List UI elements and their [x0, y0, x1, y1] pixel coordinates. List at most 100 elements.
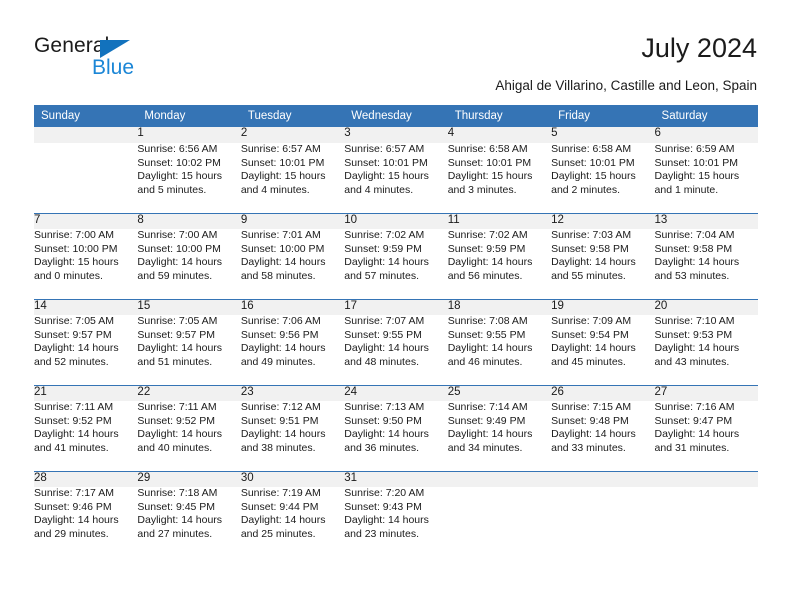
page-title: July 2024 [641, 33, 757, 63]
day-cell[interactable]: Sunrise: 6:56 AM Sunset: 10:02 PM Daylight… [137, 143, 240, 213]
day-cell[interactable]: Sunrise: 7:12 AM Sunset: 9:51 PM Daylight:… [241, 401, 344, 471]
sunset-text: Sunset: 9:51 PM [240, 414, 319, 427]
daylight-text-line2: and 3 minutes. [447, 183, 517, 196]
day-number[interactable]: 22 [137, 384, 241, 401]
day-cell[interactable]: Sunrise: 7:07 AM Sunset: 9:55 PM Daylight:… [344, 315, 447, 385]
day-cell[interactable]: Sunrise: 7:19 AM Sunset: 9:44 PM Daylight:… [241, 487, 344, 557]
weekday-header-wednesday: Wednesday [344, 105, 448, 127]
day-number[interactable]: 17 [344, 298, 448, 315]
day-number[interactable]: 24 [344, 384, 448, 401]
day-cell[interactable]: Sunrise: 7:11 AM Sunset: 9:52 PM Daylight:… [137, 401, 240, 471]
sunset-text: Sunset: 10:01 PM [447, 156, 532, 169]
day-cell[interactable]: Sunrise: 7:20 AM Sunset: 9:43 PM Daylight:… [344, 487, 447, 557]
day-cell[interactable]: Sunrise: 6:58 AM Sunset: 10:01 PM Daylight… [448, 143, 551, 213]
sunset-text: Sunset: 10:00 PM [34, 242, 118, 255]
sunset-text: Sunset: 9:43 PM [344, 500, 422, 513]
day-number[interactable]: 30 [240, 470, 345, 487]
daylight-text-line2: and 57 minutes. [344, 269, 419, 282]
daylight-text-line2: and 31 minutes. [654, 441, 730, 454]
day-cell[interactable]: Sunrise: 7:02 AM Sunset: 9:59 PM Daylight:… [448, 229, 551, 299]
sunset-text: Sunset: 9:54 PM [551, 328, 629, 341]
day-number[interactable]: 9 [240, 212, 345, 229]
sunset-text: Sunset: 9:56 PM [240, 328, 319, 341]
day-number[interactable]: 29 [137, 470, 241, 487]
day-number[interactable]: 28 [34, 470, 138, 487]
day-number[interactable]: 6 [654, 127, 758, 143]
day-number[interactable]: 20 [654, 298, 758, 315]
day-cell[interactable]: Sunrise: 6:57 AM Sunset: 10:01 PM Daylight… [344, 143, 447, 213]
day-number[interactable]: 27 [654, 384, 758, 401]
daylight-text-line1: Daylight: 14 hours [344, 428, 429, 441]
day-number[interactable]: 25 [447, 384, 552, 401]
day-cell[interactable]: Sunrise: 7:02 AM Sunset: 9:59 PM Daylight:… [344, 229, 447, 299]
day-cell[interactable]: Sunrise: 7:09 AM Sunset: 9:54 PM Daylight:… [551, 315, 654, 385]
day-cell[interactable]: Sunrise: 7:15 AM Sunset: 9:48 PM Daylight:… [551, 401, 654, 471]
day-number[interactable]: 3 [344, 127, 448, 143]
week-detail-row: Sunrise: 7:17 AM Sunset: 9:46 PM Daylight:… [34, 487, 758, 557]
day-number-empty [551, 470, 655, 487]
day-cell[interactable]: Sunrise: 6:57 AM Sunset: 10:01 PM Daylight… [241, 143, 344, 213]
day-cell[interactable]: Sunrise: 7:03 AM Sunset: 9:58 PM Daylight:… [551, 229, 654, 299]
daylight-text-line1: Daylight: 14 hours [344, 342, 429, 355]
day-number[interactable]: 15 [137, 298, 241, 315]
day-number[interactable]: 13 [654, 212, 758, 229]
daylight-text-line1: Daylight: 14 hours [654, 256, 740, 269]
day-cell[interactable]: Sunrise: 7:13 AM Sunset: 9:50 PM Daylight:… [344, 401, 447, 471]
day-cell[interactable]: Sunrise: 7:16 AM Sunset: 9:47 PM Daylight:… [655, 401, 758, 471]
brand-logo[interactable]: General Blue [34, 34, 174, 82]
daylight-text-line1: Daylight: 14 hours [551, 256, 636, 269]
day-number[interactable]: 11 [447, 212, 552, 229]
daylight-text-line2: and 38 minutes. [240, 441, 316, 454]
sunset-text: Sunset: 9:59 PM [447, 242, 526, 255]
day-number[interactable]: 8 [137, 212, 241, 229]
daylight-text-line1: Daylight: 14 hours [240, 342, 326, 355]
day-number[interactable]: 12 [551, 212, 655, 229]
day-cell[interactable]: Sunrise: 7:05 AM Sunset: 9:57 PM Daylight:… [34, 315, 137, 385]
day-number[interactable]: 1 [137, 127, 241, 143]
day-number[interactable]: 19 [551, 298, 655, 315]
day-number[interactable]: 18 [447, 298, 552, 315]
day-cell[interactable]: Sunrise: 6:58 AM Sunset: 10:01 PM Daylight… [551, 143, 654, 213]
day-cell[interactable]: Sunrise: 6:59 AM Sunset: 10:01 PM Daylight… [655, 143, 758, 213]
day-number[interactable]: 31 [344, 470, 448, 487]
day-number[interactable]: 16 [240, 298, 345, 315]
sunrise-text: Sunrise: 7:11 AM [137, 401, 217, 413]
day-number[interactable]: 23 [240, 384, 345, 401]
day-cell[interactable]: Sunrise: 7:17 AM Sunset: 9:46 PM Daylight:… [34, 487, 137, 557]
day-number[interactable]: 2 [240, 127, 345, 143]
day-cell[interactable]: Sunrise: 7:14 AM Sunset: 9:49 PM Daylight:… [448, 401, 551, 471]
day-number[interactable]: 21 [34, 384, 138, 401]
day-number[interactable]: 14 [34, 298, 138, 315]
day-cell[interactable]: Sunrise: 7:18 AM Sunset: 9:45 PM Daylight:… [137, 487, 240, 557]
day-cell[interactable]: Sunrise: 7:04 AM Sunset: 9:58 PM Daylight:… [655, 229, 758, 299]
week-detail-row: Sunrise: 7:00 AM Sunset: 10:00 PM Daylight… [34, 229, 758, 299]
day-cell[interactable]: Sunrise: 7:05 AM Sunset: 9:57 PM Daylight:… [137, 315, 240, 385]
day-cell[interactable]: Sunrise: 7:00 AM Sunset: 10:00 PM Daylight… [137, 229, 240, 299]
day-number[interactable]: 4 [447, 127, 552, 143]
day-cell[interactable]: Sunrise: 7:01 AM Sunset: 10:00 PM Daylight… [241, 229, 344, 299]
daylight-text-line2: and 0 minutes. [34, 269, 103, 282]
day-cell[interactable]: Sunrise: 7:00 AM Sunset: 10:00 PM Daylight… [34, 229, 137, 299]
daylight-text-line1: Daylight: 14 hours [137, 256, 223, 269]
daylight-text-line1: Daylight: 14 hours [447, 428, 533, 441]
day-cell[interactable]: Sunrise: 7:11 AM Sunset: 9:52 PM Daylight:… [34, 401, 137, 471]
day-cell[interactable]: Sunrise: 7:08 AM Sunset: 9:55 PM Daylight:… [448, 315, 551, 385]
sunset-text: Sunset: 9:45 PM [137, 500, 216, 513]
day-cell-empty [655, 487, 758, 557]
week-daynumber-row: 7 8 9 10 11 12 13 [34, 212, 758, 229]
day-cell[interactable]: Sunrise: 7:06 AM Sunset: 9:56 PM Daylight:… [241, 315, 344, 385]
daylight-text-line1: Daylight: 15 hours [344, 170, 429, 183]
sunset-text: Sunset: 9:49 PM [447, 414, 526, 427]
sunrise-text: Sunrise: 7:07 AM [344, 315, 425, 327]
sunset-text: Sunset: 10:01 PM [344, 156, 428, 169]
day-number[interactable]: 10 [344, 212, 448, 229]
daylight-text-line2: and 51 minutes. [137, 355, 213, 368]
day-cell[interactable]: Sunrise: 7:10 AM Sunset: 9:53 PM Daylight:… [655, 315, 758, 385]
sunset-text: Sunset: 9:50 PM [344, 414, 422, 427]
sunrise-text: Sunrise: 7:05 AM [137, 315, 218, 327]
day-number[interactable]: 7 [34, 212, 138, 229]
daylight-text-line2: and 53 minutes. [654, 269, 730, 282]
sunrise-text: Sunrise: 7:15 AM [551, 401, 632, 413]
day-number[interactable]: 26 [551, 384, 655, 401]
day-number[interactable]: 5 [551, 127, 655, 143]
